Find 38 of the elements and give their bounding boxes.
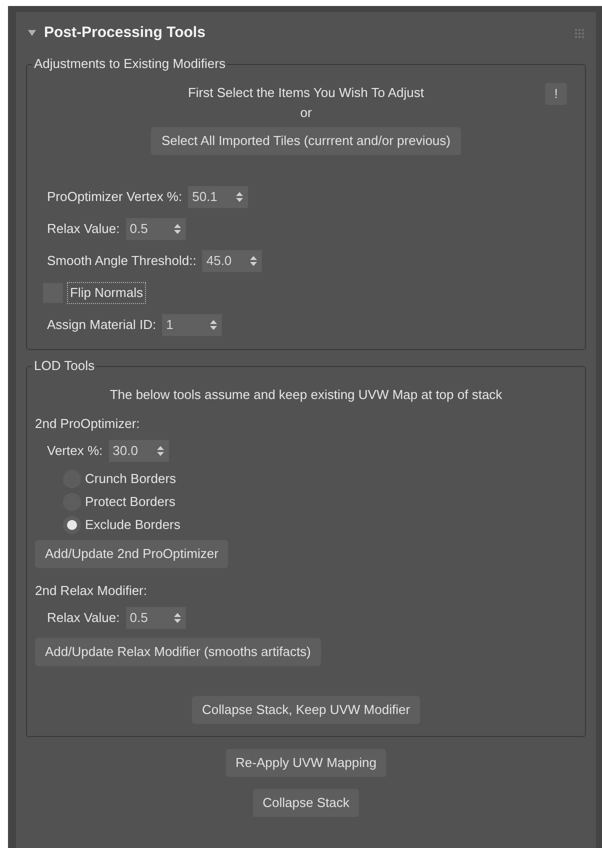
spinner-arrows-icon[interactable]: [236, 191, 244, 203]
spinner-field[interactable]: 0.5: [126, 218, 186, 240]
spinner-field[interactable]: 0.5: [126, 607, 186, 629]
instruction-text: The below tools assume and keep existing UVW Map at top of stack: [110, 386, 502, 404]
field-label: ProOptimizer Vertex %:: [47, 188, 182, 206]
spinner-field[interactable]: 1: [162, 314, 222, 336]
field-label: Assign Material ID:: [47, 316, 156, 334]
field-label: Smooth Angle Threshold::: [47, 252, 196, 270]
drag-handle-icon[interactable]: [575, 28, 584, 38]
instruction-text: First Select the Items You Wish To Adjust: [188, 84, 424, 102]
radio-label: Protect Borders: [85, 492, 176, 511]
spinner-arrows-icon[interactable]: [174, 612, 181, 624]
field-label: Relax Value:: [47, 609, 120, 628]
collapse-triangle-icon[interactable]: [28, 29, 36, 37]
instruction-text: or: [300, 104, 312, 122]
action-button[interactable]: Re-Apply UVW Mapping: [226, 749, 386, 777]
checkbox-label: Flip Normals: [67, 282, 146, 304]
action-button[interactable]: Select All Imported Tiles (currrent and/or previous): [151, 127, 460, 155]
radio-button[interactable]: [63, 516, 81, 534]
rollout-title[interactable]: Post-Processing Tools: [44, 22, 206, 44]
info-button[interactable]: !: [545, 83, 567, 105]
section-label: 2nd ProOptimizer:: [35, 414, 140, 433]
action-button[interactable]: Add/Update Relax Modifier (smooths artifacts): [35, 638, 321, 666]
spinner-arrows-icon[interactable]: [210, 319, 218, 331]
spinner-field[interactable]: 50.1: [188, 186, 248, 208]
spinner-arrows-icon[interactable]: [156, 445, 164, 457]
spinner-arrows-icon[interactable]: [174, 223, 181, 235]
spinner-field[interactable]: 30.0: [108, 440, 169, 462]
action-button[interactable]: Collapse Stack, Keep UVW Modifier: [192, 696, 420, 724]
radio-label: Exclude Borders: [85, 516, 180, 534]
field-label: Relax Value:: [47, 220, 120, 238]
section-label: 2nd Relax Modifier:: [35, 582, 147, 600]
action-button[interactable]: Collapse Stack: [252, 789, 360, 817]
field-label: Vertex %:: [47, 442, 103, 460]
spinner-field[interactable]: 45.0: [202, 250, 262, 272]
spinner-arrows-icon[interactable]: [250, 255, 258, 267]
action-button[interactable]: Add/Update 2nd ProOptimizer: [35, 540, 228, 568]
radio-label: Crunch Borders: [85, 470, 176, 488]
